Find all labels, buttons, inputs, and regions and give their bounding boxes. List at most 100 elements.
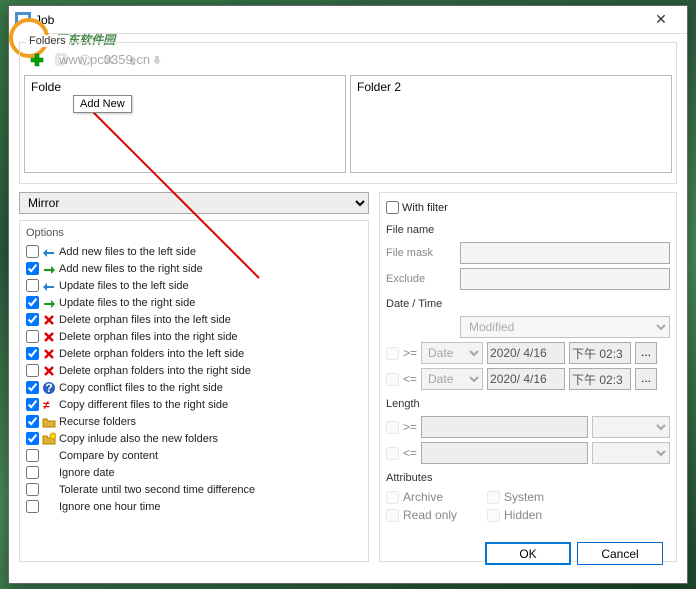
option-row: Ignore date [26,464,362,481]
edit-button [74,49,96,71]
option-label: Update files to the right side [59,297,195,309]
filter-fieldset: With filter File name File mask Exclude … [379,192,677,562]
option-row: Compare by content [26,447,362,464]
option-checkbox-14[interactable] [26,483,39,496]
option-row: Delete orphan folders into the right sid… [26,362,362,379]
folder1-list[interactable]: Folde [24,75,346,173]
len-ge-unit[interactable] [592,416,670,438]
len-ge-input[interactable] [421,416,588,438]
x-red-icon [42,364,56,378]
option-checkbox-7[interactable] [26,364,39,377]
option-label: Update files to the left side [59,280,189,292]
svg-text:≠: ≠ [43,398,50,412]
system-checkbox[interactable] [487,491,500,504]
option-checkbox-4[interactable] [26,313,39,326]
date-le-time[interactable] [569,368,631,390]
date-ge-kind[interactable]: Date [421,342,483,364]
add-new-button[interactable] [26,49,48,71]
job-dialog: Job ✕ 河东软件园 www.pc0359.cn Folders [8,5,688,584]
option-row: Add new files to the left side [26,243,362,260]
option-label: Add new files to the left side [59,246,196,258]
option-row: Recurse folders [26,413,362,430]
folders-label: Folders [26,35,69,47]
mode-select[interactable]: Mirror [19,192,369,214]
delete-button [98,49,120,71]
date-le-checkbox[interactable] [386,373,399,386]
option-label: Delete orphan folders into the left side [59,348,244,360]
datetime-label: Date / Time [386,298,670,310]
option-checkbox-15[interactable] [26,500,39,513]
arrow-left-blue-icon [42,279,56,293]
option-checkbox-8[interactable] [26,381,39,394]
option-checkbox-6[interactable] [26,347,39,360]
len-le-checkbox[interactable] [386,447,399,460]
option-row: Update files to the left side [26,277,362,294]
date-le-browse[interactable]: ... [635,368,657,390]
date-ge-date[interactable] [487,342,565,364]
option-row: Ignore one hour time [26,498,362,515]
arrow-down-icon [150,53,164,67]
close-button[interactable]: ✕ [641,10,681,30]
option-label: Copy conflict files to the right side [59,382,223,394]
copy-icon [54,53,68,67]
app-icon [15,12,31,28]
svg-text:?: ? [45,381,52,395]
exclude-input[interactable] [460,268,670,290]
option-label: Recurse folders [59,416,136,428]
option-label: Copy inlude also the new folders [59,433,218,445]
date-le-date[interactable] [487,368,565,390]
ok-button[interactable]: OK [485,542,571,565]
date-ge-checkbox[interactable] [386,347,399,360]
option-checkbox-13[interactable] [26,466,39,479]
option-checkbox-5[interactable] [26,330,39,343]
readonly-checkbox[interactable] [386,509,399,522]
option-checkbox-1[interactable] [26,262,39,275]
folders-toolbar [24,47,672,73]
arrow-right-green-icon [42,296,56,310]
length-label: Length [386,398,670,410]
option-checkbox-11[interactable] [26,432,39,445]
filename-label: File name [386,224,670,236]
exclude-label: Exclude [386,273,456,285]
x-red-icon [42,330,56,344]
option-label: Copy different files to the right side [59,399,228,411]
option-row: Delete orphan files into the right side [26,328,362,345]
len-ge-checkbox[interactable] [386,421,399,434]
x-red-icon [42,347,56,361]
datetype-select[interactable]: Modified [460,316,670,338]
cancel-button[interactable]: Cancel [577,542,663,565]
date-ge-browse[interactable]: ... [635,342,657,364]
titlebar: Job ✕ [9,6,687,34]
folders-fieldset: Folders Folde Folder 2 [19,42,677,184]
option-label: Ignore date [59,467,115,479]
len-le-input[interactable] [421,442,588,464]
question-blue-icon: ? [42,381,56,395]
plus-icon [29,52,45,68]
arrow-right-green-icon [42,262,56,276]
date-le-kind[interactable]: Date [421,368,483,390]
option-checkbox-12[interactable] [26,449,39,462]
with-filter-checkbox[interactable] [386,201,399,214]
date-ge-time[interactable] [569,342,631,364]
notequal-red-icon: ≠ [42,398,56,412]
down-button [146,49,168,71]
folder-new-icon [42,432,56,446]
option-row: Copy inlude also the new folders [26,430,362,447]
options-label: Options [26,227,362,239]
hidden-checkbox[interactable] [487,509,500,522]
option-checkbox-3[interactable] [26,296,39,309]
option-checkbox-10[interactable] [26,415,39,428]
option-label: Delete orphan files into the left side [59,314,231,326]
option-row: Tolerate until two second time differenc… [26,481,362,498]
len-le-unit[interactable] [592,442,670,464]
archive-checkbox[interactable] [386,491,399,504]
filemask-input[interactable] [460,242,670,264]
attributes-label: Attributes [386,472,670,484]
option-checkbox-0[interactable] [26,245,39,258]
option-checkbox-9[interactable] [26,398,39,411]
x-icon [102,53,116,67]
option-label: Delete orphan folders into the right sid… [59,365,251,377]
option-label: Tolerate until two second time differenc… [59,484,255,496]
folder2-list[interactable]: Folder 2 [350,75,672,173]
option-checkbox-2[interactable] [26,279,39,292]
